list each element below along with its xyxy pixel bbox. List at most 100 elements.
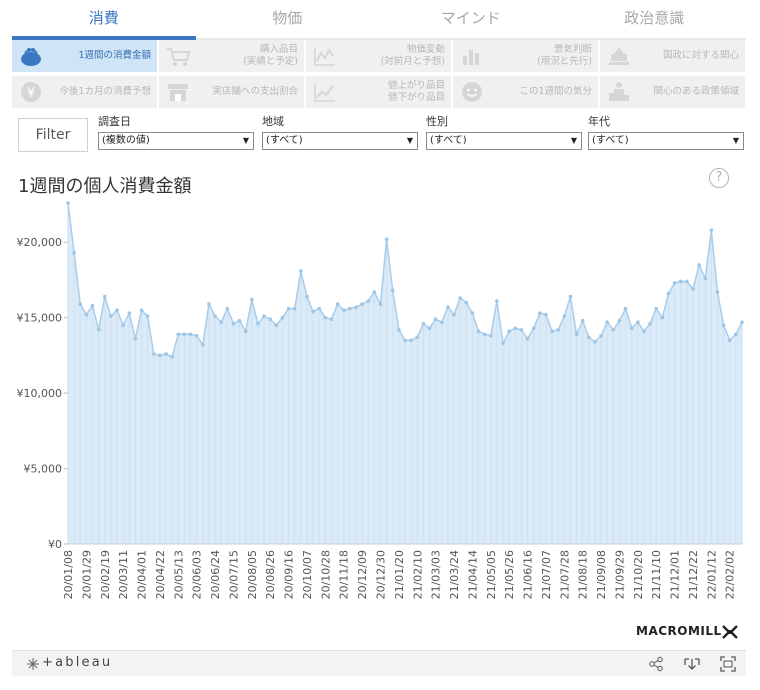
data-point[interactable]: [354, 305, 358, 309]
subnav-item-5[interactable]: ¥ 今後1カ月の消費予想: [12, 76, 157, 108]
tab-2[interactable]: マインド: [379, 0, 563, 40]
data-point[interactable]: [158, 353, 162, 358]
data-point[interactable]: [685, 279, 689, 284]
data-point[interactable]: [538, 311, 542, 315]
data-point[interactable]: [727, 338, 732, 343]
data-point[interactable]: [409, 338, 413, 343]
data-point[interactable]: [243, 329, 248, 334]
data-point[interactable]: [84, 312, 89, 317]
data-point[interactable]: [531, 326, 536, 331]
data-point[interactable]: [439, 320, 444, 325]
data-point[interactable]: [213, 314, 217, 318]
data-point[interactable]: [317, 306, 322, 311]
share-icon[interactable]: [648, 656, 664, 672]
data-point[interactable]: [464, 300, 469, 305]
data-point[interactable]: [268, 317, 273, 321]
data-point[interactable]: [513, 326, 518, 331]
data-point[interactable]: [623, 306, 628, 311]
data-point[interactable]: [587, 335, 591, 340]
fullscreen-icon[interactable]: [720, 656, 736, 672]
data-point[interactable]: [525, 337, 530, 341]
data-point[interactable]: [194, 333, 199, 338]
data-point[interactable]: [636, 320, 640, 325]
data-point[interactable]: [102, 294, 107, 299]
data-point[interactable]: [476, 329, 481, 334]
data-point[interactable]: [66, 201, 70, 205]
data-point[interactable]: [495, 299, 499, 303]
tab-1[interactable]: 物価: [195, 0, 379, 40]
data-point[interactable]: [556, 327, 560, 332]
data-point[interactable]: [488, 333, 493, 338]
data-point[interactable]: [605, 320, 609, 325]
data-point[interactable]: [292, 306, 297, 311]
data-point[interactable]: [519, 327, 524, 332]
data-point[interactable]: [734, 332, 738, 337]
data-point[interactable]: [201, 343, 205, 347]
data-point[interactable]: [593, 340, 597, 344]
data-point[interactable]: [691, 287, 695, 291]
data-point[interactable]: [482, 332, 487, 337]
data-point[interactable]: [715, 290, 720, 294]
data-point[interactable]: [311, 309, 315, 314]
data-point[interactable]: [219, 320, 223, 325]
data-point[interactable]: [176, 332, 181, 337]
data-point[interactable]: [697, 263, 701, 267]
subnav-item-1[interactable]: 購入品目 (実績と予定): [159, 40, 304, 72]
data-point[interactable]: [133, 337, 138, 341]
data-point[interactable]: [231, 321, 236, 326]
age-select[interactable]: (すべて) ▼: [588, 132, 744, 150]
data-point[interactable]: [415, 335, 420, 340]
tableau-logo-text[interactable]: +ableau: [42, 655, 112, 670]
data-point[interactable]: [151, 352, 156, 356]
subnav-item-9[interactable]: 関心のある政策領域: [600, 76, 745, 108]
download-icon[interactable]: [684, 656, 700, 672]
data-point[interactable]: [256, 321, 260, 326]
subnav-item-4[interactable]: 国政に対する関心: [600, 40, 745, 72]
data-point[interactable]: [421, 321, 426, 326]
data-point[interactable]: [145, 314, 150, 318]
data-point[interactable]: [666, 291, 671, 296]
data-point[interactable]: [188, 332, 193, 337]
data-point[interactable]: [96, 327, 101, 332]
data-point[interactable]: [562, 314, 567, 318]
region-select[interactable]: (すべて) ▼: [262, 132, 418, 150]
data-point[interactable]: [403, 338, 407, 343]
subnav-item-0[interactable]: 1週間の消費金額: [12, 40, 157, 72]
data-point[interactable]: [648, 321, 652, 326]
data-point[interactable]: [654, 306, 659, 311]
data-point[interactable]: [433, 317, 438, 321]
data-point[interactable]: [507, 329, 511, 334]
data-point[interactable]: [642, 329, 646, 334]
subnav-item-2[interactable]: 物価変動 (対前月と予想): [306, 40, 451, 72]
data-point[interactable]: [115, 308, 119, 312]
data-point[interactable]: [660, 315, 665, 320]
data-point[interactable]: [127, 311, 132, 315]
survey-date-select[interactable]: (複数の値) ▼: [98, 132, 254, 150]
data-point[interactable]: [225, 306, 230, 311]
data-point[interactable]: [580, 318, 585, 323]
data-point[interactable]: [109, 314, 113, 318]
data-point[interactable]: [280, 315, 285, 320]
data-point[interactable]: [286, 306, 291, 311]
subnav-item-7[interactable]: 値上がり品目 値下がり品目: [306, 76, 451, 108]
data-point[interactable]: [170, 355, 174, 359]
subnav-item-6[interactable]: 実店舗への支出割合: [159, 76, 304, 108]
data-point[interactable]: [78, 302, 83, 306]
data-point[interactable]: [299, 269, 303, 273]
data-point[interactable]: [568, 294, 573, 299]
help-icon[interactable]: ?: [709, 168, 729, 188]
filter-button[interactable]: Filter: [18, 118, 88, 152]
data-point[interactable]: [250, 297, 254, 302]
data-point[interactable]: [470, 311, 475, 315]
data-point[interactable]: [164, 352, 168, 356]
data-point[interactable]: [397, 327, 401, 332]
data-point[interactable]: [427, 326, 432, 331]
data-point[interactable]: [207, 302, 211, 306]
data-point[interactable]: [703, 276, 708, 281]
data-point[interactable]: [617, 318, 622, 323]
data-point[interactable]: [446, 305, 450, 309]
data-point[interactable]: [329, 317, 334, 321]
data-point[interactable]: [544, 312, 548, 317]
data-point[interactable]: [574, 332, 579, 337]
data-point[interactable]: [348, 306, 352, 311]
